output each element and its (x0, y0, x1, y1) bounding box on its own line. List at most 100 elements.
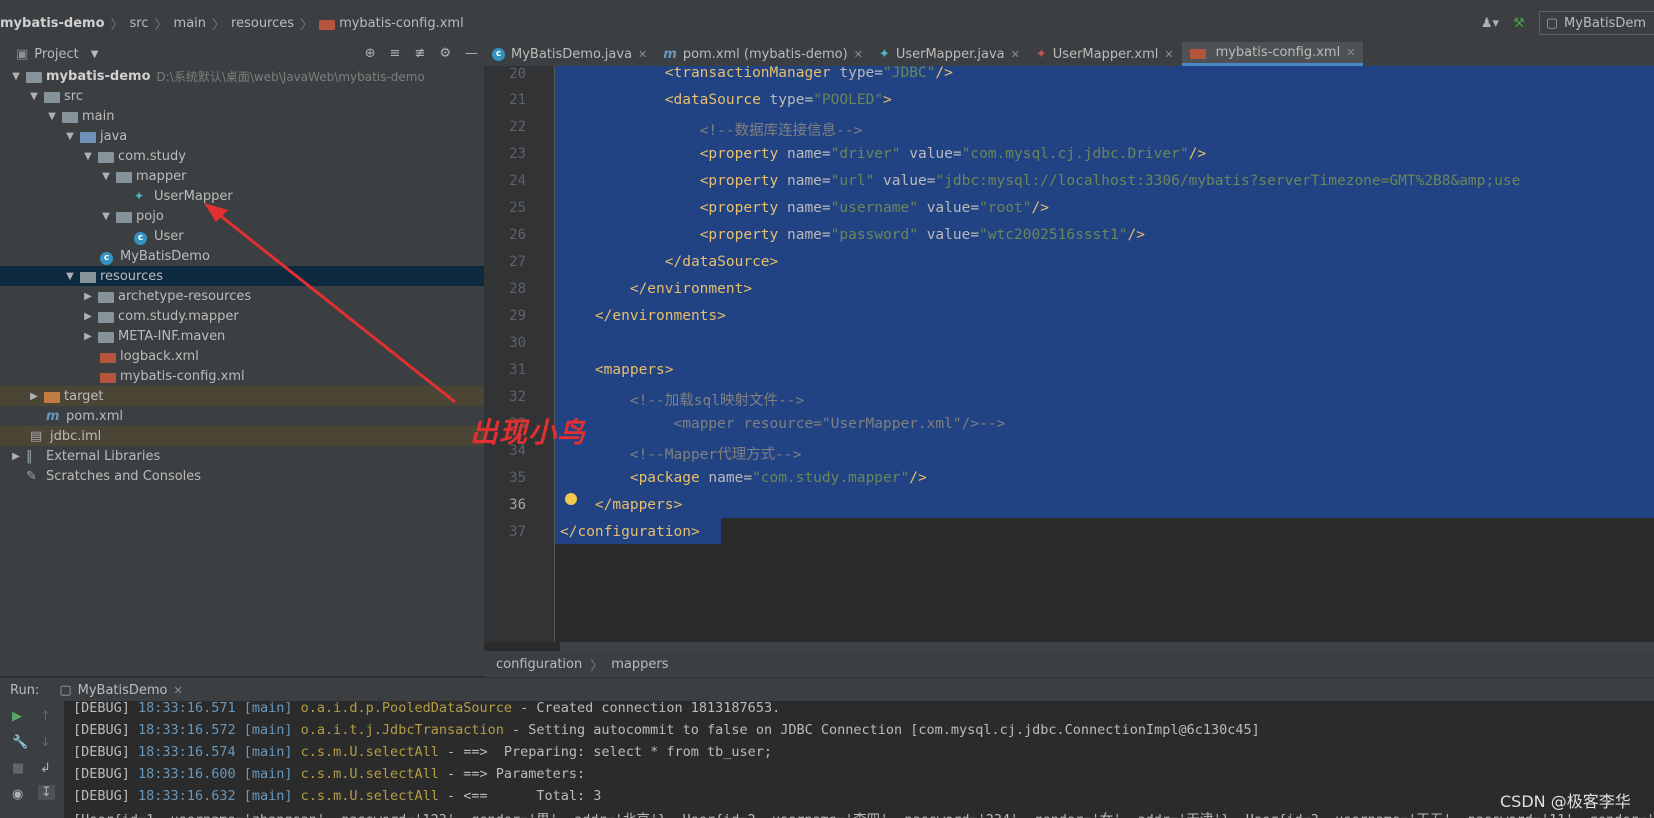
project-view-selector[interactable]: ▣ Project ▼ (16, 47, 98, 62)
stop-icon[interactable]: ■ (12, 761, 24, 776)
tab-label: mybatis-config.xml (1215, 45, 1341, 60)
close-icon[interactable]: ✕ (1164, 48, 1173, 61)
tree-item-com-study[interactable]: ▼ com.study (0, 146, 566, 166)
tab-mybatisdemo-java[interactable]: c MyBatisDemo.java ✕ (484, 42, 655, 66)
code-line: <!--加载sql映射文件--> (629, 393, 805, 409)
tree-item-pom[interactable]: m pom.xml (0, 406, 530, 426)
hide-panel-icon[interactable]: — (465, 46, 478, 61)
line-number: 22 (509, 119, 526, 135)
maven-icon: m (663, 46, 677, 62)
tree-item-jdbc-iml[interactable]: ▤ jdbc.iml (0, 426, 514, 446)
tree-item-resources[interactable]: ▼ resources (0, 266, 548, 286)
chevron-down-icon[interactable]: ▼ (10, 71, 22, 82)
code-line: <property name="username" value="root"/> (699, 200, 1049, 216)
tree-item-label: src (64, 88, 83, 104)
iml-file-icon: ▤ (30, 429, 43, 444)
chevron-down-icon[interactable]: ▼ (100, 171, 112, 182)
chevron-right-icon[interactable]: ▶ (82, 291, 94, 302)
code-line: </dataSource> (664, 254, 779, 270)
chevron-down-icon[interactable]: ▼ (46, 111, 58, 122)
line-number: 23 (509, 146, 526, 162)
locate-icon[interactable]: ⊕ (365, 46, 376, 61)
run-configuration-select[interactable]: ▢ MyBatisDem (1538, 11, 1654, 35)
folder-icon (98, 331, 114, 343)
java-class-icon: c (492, 47, 505, 61)
gear-icon[interactable]: ⚙ (439, 46, 451, 61)
tree-item-mybatis-demo[interactable]: ▼ mybatis-demo D:\系统默认\桌面\web\JavaWeb\my… (0, 66, 494, 86)
tree-item-archetype-resources[interactable]: ▶ archetype-resources (0, 286, 566, 306)
breadcrumb-file[interactable]: mybatis-config.xml (339, 16, 464, 31)
close-icon[interactable]: ✕ (638, 48, 647, 61)
console-line: [DEBUG] 18:33:16.571 [main] o.a.i.d.p.Po… (73, 700, 781, 716)
run-tab[interactable]: ▢ MyBatisDemo ✕ (59, 683, 182, 698)
breadcrumb-configuration[interactable]: configuration (496, 657, 582, 672)
line-number: 24 (509, 173, 526, 189)
wrench-icon[interactable]: 🔧 (12, 735, 28, 750)
chevron-down-icon[interactable]: ▼ (82, 151, 94, 162)
up-icon[interactable]: ↑ (40, 709, 51, 724)
tree-item-target[interactable]: ▶ target (0, 386, 512, 406)
tree-item-label: mybatis-demo (46, 68, 151, 84)
breadcrumb-separator: 〉 (110, 18, 124, 33)
editor-breadcrumb: configuration 〉 mappers (484, 651, 1654, 677)
tree-item-meta-inf[interactable]: ▶ META-INF.maven (0, 326, 566, 346)
breadcrumb-mappers[interactable]: mappers (611, 657, 668, 672)
chevron-down-icon[interactable]: ▼ (100, 211, 112, 222)
breadcrumb-src[interactable]: src (130, 16, 149, 31)
folder-icon (44, 91, 60, 103)
chevron-down-icon[interactable]: ▼ (28, 91, 40, 102)
code-line: </mappers> (594, 497, 683, 513)
tree-item-label: mapper (136, 168, 187, 184)
tab-pom-xml[interactable]: m pom.xml (mybatis-demo) ✕ (655, 42, 871, 66)
collapse-all-icon[interactable]: ≢ (414, 46, 425, 61)
close-icon[interactable]: ✕ (1346, 46, 1355, 59)
tree-item-com-study-mapper[interactable]: ▶ com.study.mapper (0, 306, 566, 326)
tree-item-main[interactable]: ▼ main (0, 106, 530, 126)
breadcrumb: mybatis-demo 〉 src 〉 main 〉 resources 〉 … (0, 14, 464, 33)
tree-item-scratches[interactable]: ✎ Scratches and Consoles (0, 466, 510, 486)
code-line: <!--数据库连接信息--> (699, 123, 863, 139)
tab-mybatis-config-xml[interactable]: mybatis-config.xml ✕ (1181, 42, 1364, 66)
chevron-right-icon[interactable]: ▶ (82, 331, 94, 342)
run-config-label: MyBatisDem (1564, 15, 1646, 31)
console-line: [DEBUG] 18:33:16.600 [main] c.s.m.U.sele… (73, 766, 594, 782)
breadcrumb-resources[interactable]: resources (231, 16, 294, 31)
close-icon[interactable]: ✕ (854, 48, 863, 61)
expand-all-icon[interactable]: ≡ (390, 46, 401, 61)
console-line: [User{id=1, username='zhangsan', passwor… (73, 808, 1653, 818)
breadcrumb-main[interactable]: main (174, 16, 206, 31)
close-icon[interactable]: ✕ (1011, 48, 1020, 61)
xml-file-icon (319, 20, 336, 30)
run-config-icon: ▢ (1545, 15, 1559, 31)
chevron-down-icon[interactable]: ▼ (64, 271, 76, 282)
tree-item-src[interactable]: ▼ src (0, 86, 512, 106)
tree-item-java[interactable]: ▼ java (0, 126, 548, 146)
tab-label: MyBatisDemo.java (511, 46, 633, 62)
project-panel-tools: ⊕ ≡ ≢ ⚙ — (365, 46, 478, 61)
tab-usermapper-xml[interactable]: ✦ UserMapper.xml ✕ (1028, 42, 1182, 66)
chevron-down-icon[interactable]: ▼ (64, 131, 76, 142)
breadcrumb-project[interactable]: mybatis-demo (0, 16, 105, 31)
tab-usermapper-java[interactable]: ✦ UserMapper.java ✕ (871, 42, 1028, 66)
tree-item-label: resources (100, 268, 164, 284)
build-hammer-icon[interactable]: ⚒ (1513, 16, 1525, 31)
mybatis-bird-icon: ✦ (1035, 46, 1047, 62)
line-number: 36 (509, 497, 526, 513)
camera-icon[interactable]: ◉ (12, 787, 23, 802)
line-number: 30 (509, 335, 526, 351)
code-line: <mapper resource="UserMapper.xml"/>--> (673, 416, 1006, 432)
scroll-to-end-icon[interactable]: ↧ (38, 785, 55, 800)
rerun-icon[interactable]: ▶ (12, 709, 22, 724)
soft-wrap-icon[interactable]: ↲ (40, 761, 51, 776)
package-icon (116, 171, 132, 183)
horizontal-scrollbar[interactable] (560, 642, 1654, 651)
chevron-right-icon[interactable]: ▶ (28, 391, 40, 402)
chevron-right-icon[interactable]: ▶ (10, 451, 22, 462)
user-icon[interactable]: ♟▾ (1481, 16, 1499, 31)
module-folder-icon (26, 71, 42, 83)
chevron-right-icon[interactable]: ▶ (82, 311, 94, 322)
tree-item-external-libraries[interactable]: ▶ ‖ External Libraries (0, 446, 494, 466)
down-icon[interactable]: ↓ (40, 735, 51, 750)
folder-icon (98, 291, 114, 303)
close-icon[interactable]: ✕ (174, 684, 183, 697)
